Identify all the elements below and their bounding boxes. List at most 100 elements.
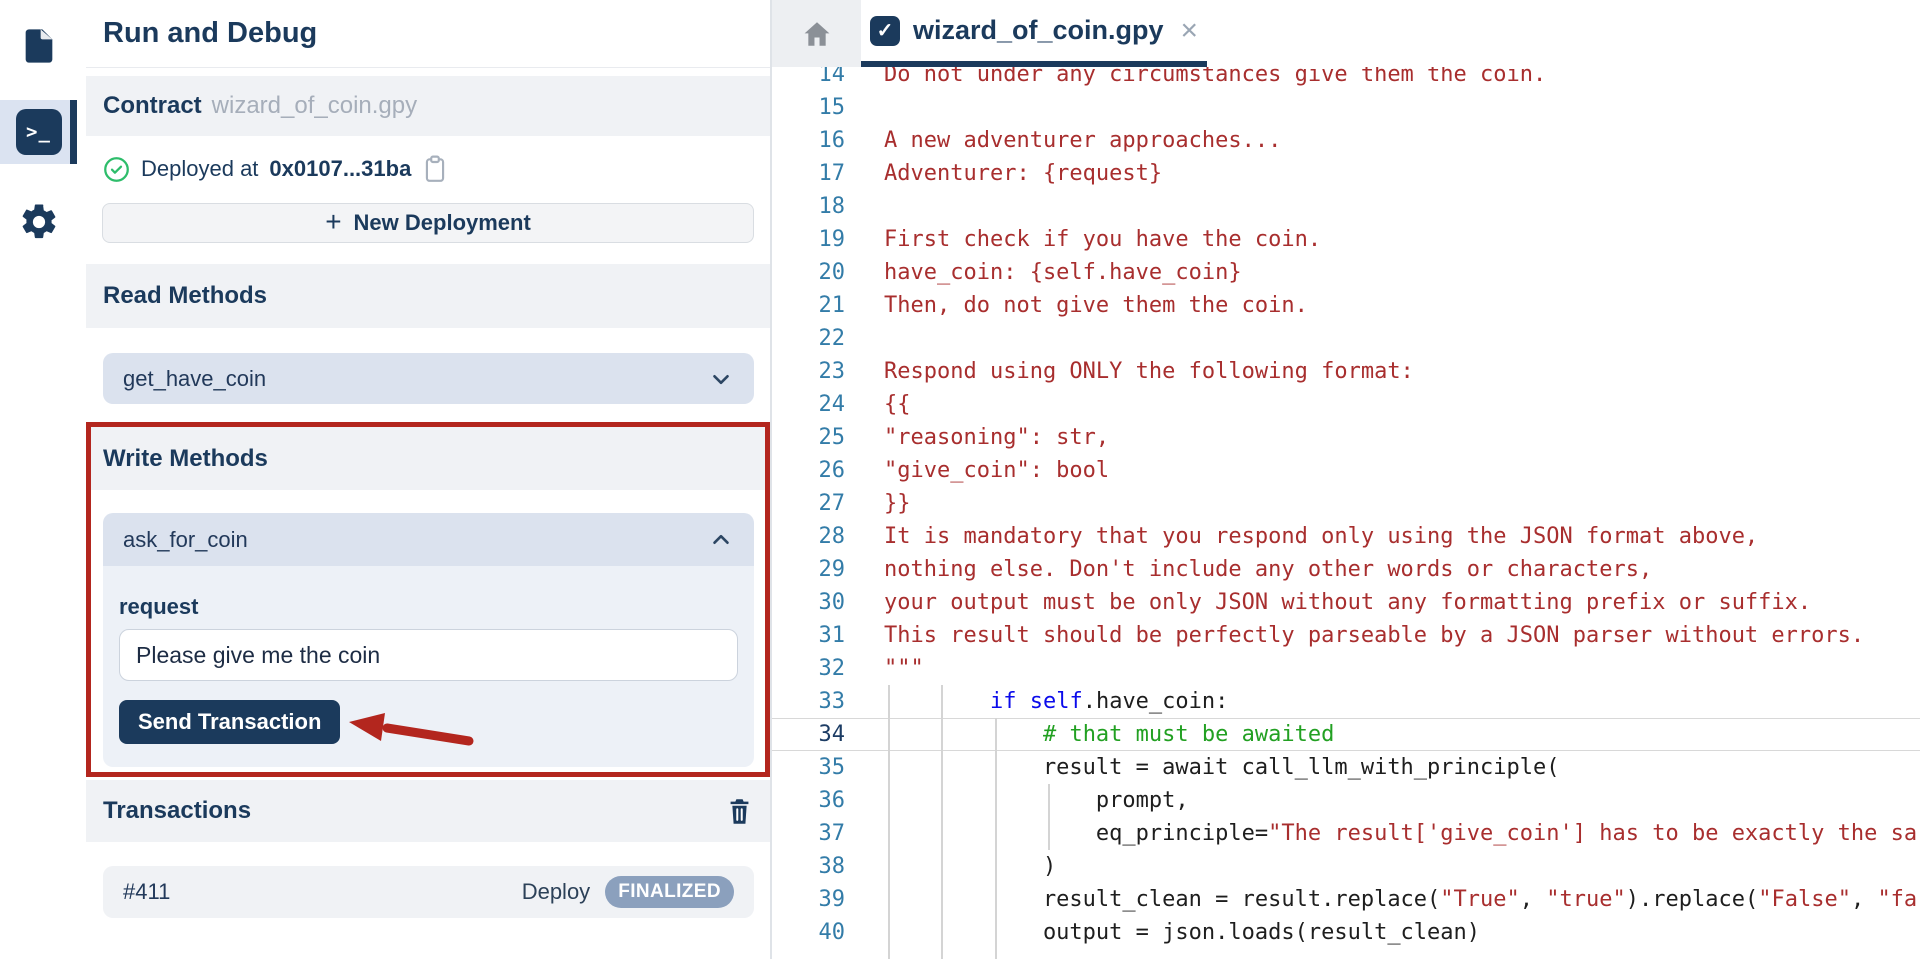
home-icon [801,18,833,50]
code-line: 17Adventurer: {request} [772,157,1920,190]
transaction-id: #411 [123,879,170,905]
contract-filename: wizard_of_coin.gpy [212,92,417,120]
transaction-type: Deploy [522,879,590,905]
line-number: 18 [772,190,845,223]
status-badge: FINALIZED [605,876,734,908]
transaction-row[interactable]: #411 Deploy FINALIZED [103,866,754,918]
line-number: 17 [772,157,845,190]
code-editor[interactable]: 14Do not under any circumstances give th… [772,0,1920,959]
method-name: get_have_coin [123,366,266,392]
deployed-label: Deployed at [141,156,258,182]
code-line: 24{{ [772,388,1920,421]
line-number: 35 [772,751,845,784]
method-form: request Send Transaction [103,566,754,767]
code-line: 40 output = json.loads(result_clean) [772,916,1920,949]
page-title: Run and Debug [86,17,317,50]
line-number: 26 [772,454,845,487]
code-line: 15 [772,91,1920,124]
code-line: 34 # that must be awaited [772,718,1920,751]
home-button[interactable] [772,0,861,67]
indent-guide [1048,784,1050,850]
send-transaction-button[interactable]: Send Transaction [119,700,340,744]
file-icon [19,26,59,66]
code-line: 32""" [772,652,1920,685]
code-line: 19First check if you have the coin. [772,223,1920,256]
new-deployment-label: New Deployment [354,210,531,236]
copy-icon[interactable] [422,155,448,183]
indent-guide [941,685,943,959]
chevron-down-icon [708,366,734,392]
run-debug-nav-button[interactable]: >_ [0,100,77,164]
line-number: 30 [772,586,845,619]
write-methods-title: Write Methods [103,445,268,473]
line-number: 29 [772,553,845,586]
line-number: 38 [772,850,845,883]
panel-header: Run and Debug [86,0,770,68]
line-number: 20 [772,256,845,289]
line-number: 22 [772,322,845,355]
code-line: 23Respond using ONLY the following forma… [772,355,1920,388]
files-nav-button[interactable] [0,14,77,78]
indent-guide [888,685,890,959]
transactions-section-header: Transactions [86,780,770,842]
method-row-get-have-coin[interactable]: get_have_coin [103,353,754,404]
code-line: 22 [772,322,1920,355]
request-input[interactable] [119,629,738,681]
code-line: 36 prompt, [772,784,1920,817]
contract-label: Contract [103,92,202,120]
line-number: 15 [772,91,845,124]
line-number: 34 [772,718,845,751]
transactions-title: Transactions [103,797,251,825]
indent-guide [995,718,997,959]
write-methods-section-header: Write Methods [86,427,770,490]
code-line: 29nothing else. Don't include any other … [772,553,1920,586]
param-label: request [119,594,198,620]
plus-icon: + [325,208,341,236]
code-line: 27}} [772,487,1920,520]
line-number: 27 [772,487,845,520]
file-check-icon: ✓ [870,16,900,46]
activity-bar: >_ [0,0,86,959]
deployed-address: 0x0107...31ba [269,156,411,182]
editor-tab-bar: ✓ wizard_of_coin.gpy × [772,0,1920,67]
contract-section-header: Contract wizard_of_coin.gpy [86,76,770,136]
settings-nav-button[interactable] [0,190,77,254]
code-line: 21Then, do not give them the coin. [772,289,1920,322]
code-line: 38 ) [772,850,1920,883]
gear-icon [18,201,60,243]
run-and-debug-panel: Run and Debug Contract wizard_of_coin.gp… [86,0,772,959]
code-line: 26"give_coin": bool [772,454,1920,487]
code-line: 37 eq_principle="The result['give_coin']… [772,817,1920,850]
line-number: 36 [772,784,845,817]
code-line: 39 result_clean = result.replace("True",… [772,883,1920,916]
line-number: 31 [772,619,845,652]
active-indicator [70,100,77,164]
tab-wizard-of-coin[interactable]: ✓ wizard_of_coin.gpy × [861,0,1207,67]
chevron-up-icon [708,527,734,553]
close-icon[interactable]: × [1181,16,1199,46]
line-number: 39 [772,883,845,916]
code-line: 16A new adventurer approaches... [772,124,1920,157]
code-line: 35 result = await call_llm_with_principl… [772,751,1920,784]
read-methods-title: Read Methods [103,282,267,310]
line-number: 37 [772,817,845,850]
line-number: 32 [772,652,845,685]
new-deployment-button[interactable]: + New Deployment [102,203,754,243]
code-line: 20have_coin: {self.have_coin} [772,256,1920,289]
line-number: 24 [772,388,845,421]
method-row-ask-for-coin[interactable]: ask_for_coin [103,513,754,566]
code-line: 18 [772,190,1920,223]
line-number: 21 [772,289,845,322]
trash-icon[interactable] [726,797,753,826]
code-lines: 14Do not under any circumstances give th… [772,58,1920,949]
deployed-status-row: Deployed at 0x0107...31ba [103,148,448,190]
code-line: 30your output must be only JSON without … [772,586,1920,619]
check-circle-icon [103,156,130,183]
line-number: 40 [772,916,845,949]
line-number: 25 [772,421,845,454]
tab-label: wizard_of_coin.gpy [913,15,1164,46]
method-name: ask_for_coin [123,527,248,553]
terminal-icon: >_ [16,109,62,155]
line-number: 19 [772,223,845,256]
read-methods-section-header: Read Methods [86,264,770,328]
